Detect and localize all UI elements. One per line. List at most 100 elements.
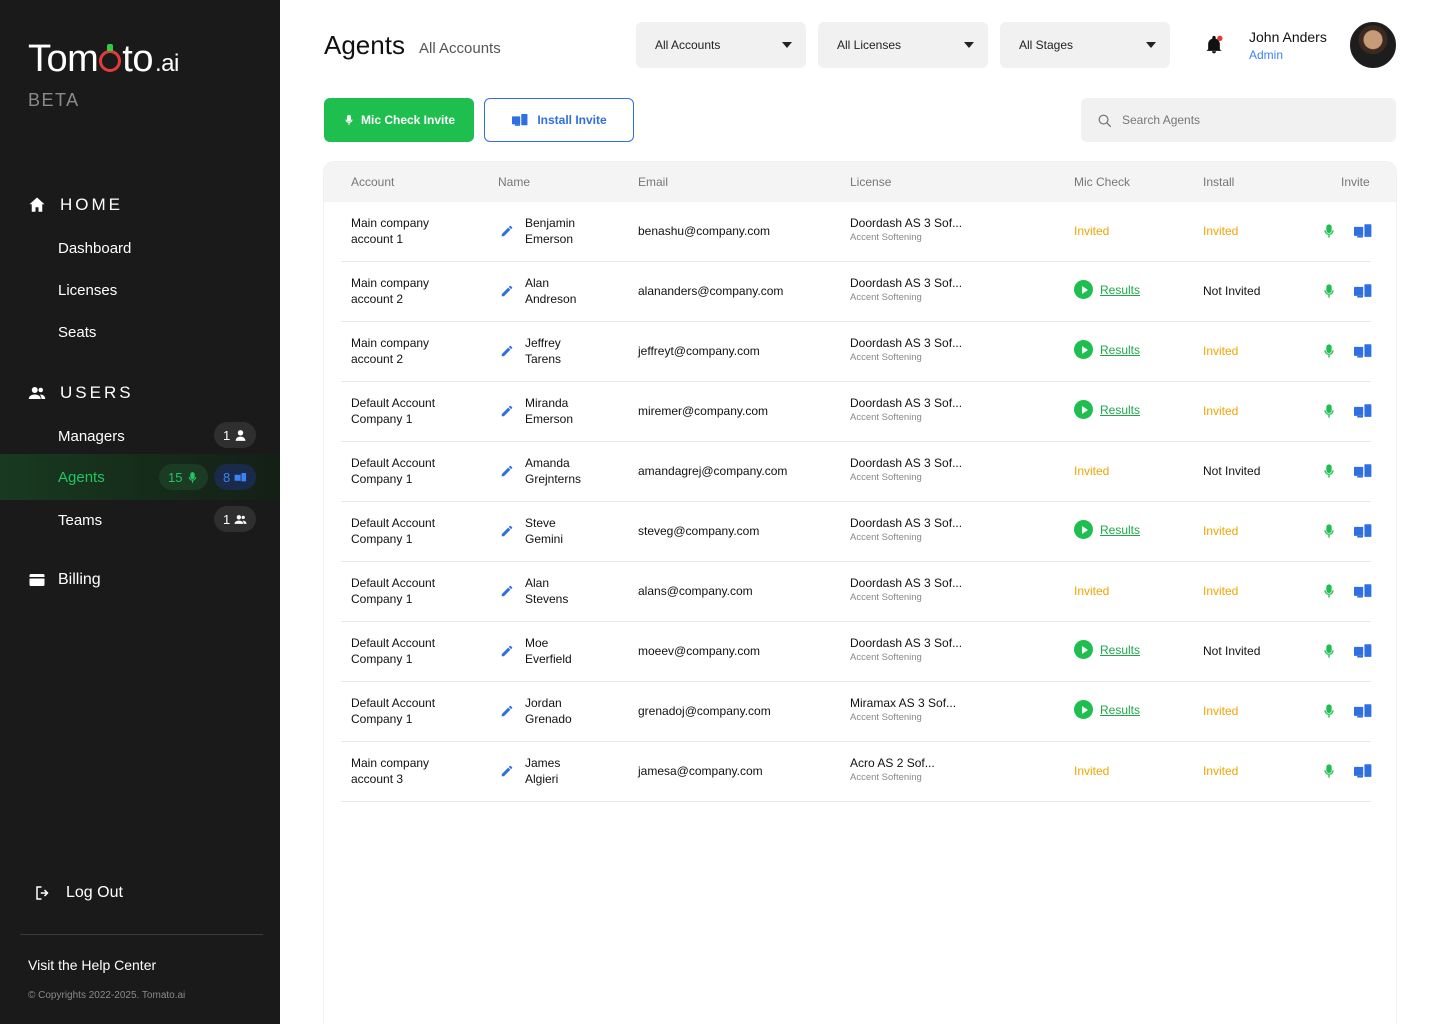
column-header-install[interactable]: Install [1203, 175, 1234, 189]
user-role: Admin [1249, 48, 1284, 62]
help-center-link[interactable]: Visit the Help Center [28, 957, 156, 973]
column-header-invite[interactable]: Invite [1341, 175, 1370, 189]
install-invite-icon[interactable] [1353, 462, 1373, 480]
table-row[interactable]: Default Account Company 1 Moe Everfield moee… [341, 622, 1373, 682]
column-header-mic-check[interactable]: Mic Check [1074, 175, 1130, 189]
stages-filter-dropdown[interactable]: All Stages [1000, 22, 1170, 68]
install-status: Invited [1203, 344, 1239, 358]
pencil-icon[interactable] [500, 224, 514, 238]
mic-results-link[interactable]: Results [1074, 520, 1184, 539]
mic-icon [189, 471, 197, 483]
account-line: Company 1 [351, 592, 413, 606]
install-invite-icon[interactable] [1353, 402, 1373, 420]
install-invite-icon[interactable] [1353, 582, 1373, 600]
install-status: Invited [1203, 404, 1239, 418]
mic-invite-icon[interactable] [1321, 642, 1337, 660]
table-row[interactable]: Default Account Company 1 Jordan Grenado gre… [341, 682, 1373, 742]
mic-results-link[interactable]: Results [1074, 340, 1184, 359]
sidebar-item-seats[interactable]: Seats [0, 309, 280, 355]
mic-check-cell: Results [1074, 520, 1184, 539]
install-invite-icon[interactable] [1353, 762, 1373, 780]
sidebar-item-agents[interactable]: Agents 15 8 [0, 454, 280, 500]
email-cell: alananders@company.com [638, 284, 784, 298]
table-row[interactable]: Main company account 1 Benjamin Emerson bena… [341, 202, 1373, 262]
mic-invite-icon[interactable] [1321, 702, 1337, 720]
install-invite-icon[interactable] [1353, 342, 1373, 360]
license-name: Doordash AS 3 Sof... [850, 336, 963, 350]
table-row[interactable]: Main company account 2 Jeffrey Tarens jeffre… [341, 322, 1373, 382]
pencil-icon[interactable] [500, 584, 514, 598]
pencil-icon[interactable] [500, 764, 514, 778]
table-row[interactable]: Default Account Company 1 Alan Stevens alans… [341, 562, 1373, 622]
mic-results-link[interactable]: Results [1074, 400, 1184, 419]
pencil-icon[interactable] [500, 284, 514, 298]
mic-results-link[interactable]: Results [1074, 640, 1184, 659]
mic-invite-icon[interactable] [1321, 222, 1337, 240]
mic-invite-icon[interactable] [1321, 762, 1337, 780]
account-cell: Main company account 3 [351, 755, 481, 787]
table-row[interactable]: Default Account Company 1 Miranda Emerson mi… [341, 382, 1373, 442]
logout-button[interactable]: Log Out [34, 884, 123, 902]
install-invite-icon[interactable] [1353, 702, 1373, 720]
sidebar-item-billing[interactable]: Billing [28, 571, 101, 589]
sidebar-item-teams[interactable]: Teams 1 [0, 497, 280, 543]
user-name: John Anders [1249, 29, 1327, 45]
bell-icon[interactable] [1204, 34, 1224, 56]
search-box[interactable] [1081, 98, 1396, 142]
users-section-header[interactable]: USERS [28, 383, 134, 403]
beta-label: BETA [28, 90, 80, 110]
mic-invite-icon[interactable] [1321, 342, 1337, 360]
install-invite-icon[interactable] [1353, 522, 1373, 540]
install-invite-icon[interactable] [1353, 642, 1373, 660]
sidebar-item-managers[interactable]: Managers 1 [0, 413, 280, 459]
table-row[interactable]: Main company account 3 James Algieri jamesa@… [341, 742, 1373, 802]
pencil-icon[interactable] [500, 344, 514, 358]
licenses-filter-dropdown[interactable]: All Licenses [818, 22, 988, 68]
email-cell: moeev@company.com [638, 644, 761, 658]
mic-status-text: Results [1100, 522, 1141, 537]
name-cell: Alan Andreson [525, 275, 625, 307]
sidebar-item-licenses[interactable]: Licenses [0, 267, 280, 313]
install-invite-icon[interactable] [1353, 282, 1373, 300]
pencil-icon[interactable] [500, 464, 514, 478]
table-row[interactable]: Default Account Company 1 Steve Gemini steve… [341, 502, 1373, 562]
license-name: Doordash AS 3 Sof... [850, 216, 963, 230]
install-invite-button[interactable]: Install Invite [484, 98, 634, 142]
mic-invite-icon[interactable] [1321, 402, 1337, 420]
logo-text-start: Tom [28, 38, 99, 80]
accounts-filter-dropdown[interactable]: All Accounts [636, 22, 806, 68]
brand-logo[interactable]: Tom to .ai [28, 38, 179, 81]
mic-check-cell: Invited [1074, 583, 1184, 599]
pencil-icon[interactable] [500, 704, 514, 718]
table-row[interactable]: Default Account Company 1 Amanda Grejnterns… [341, 442, 1373, 502]
pencil-icon[interactable] [500, 644, 514, 658]
mic-invite-icon[interactable] [1321, 462, 1337, 480]
mic-results-link[interactable]: Results [1074, 700, 1184, 719]
avatar[interactable] [1350, 22, 1396, 68]
column-header-account[interactable]: Account [351, 175, 394, 189]
home-icon [29, 197, 45, 212]
column-header-email[interactable]: Email [638, 175, 668, 189]
sidebar-item-label: Billing [58, 571, 101, 588]
sidebar-item-dashboard[interactable]: Dashboard [0, 225, 280, 271]
install-invite-icon[interactable] [1353, 222, 1373, 240]
mic-invite-icon[interactable] [1321, 582, 1337, 600]
column-header-license[interactable]: License [850, 175, 891, 189]
sidebar-item-label: Seats [58, 323, 97, 341]
home-section-header[interactable]: HOME [28, 195, 123, 215]
sidebar-item-label: Licenses [58, 281, 118, 299]
license-cell: Doordash AS 3 Sof... Accent Softening [850, 515, 1050, 545]
account-cell: Default Account Company 1 [351, 395, 481, 427]
search-input[interactable] [1122, 113, 1372, 127]
table-row[interactable]: Main company account 2 Alan Andreson alanand… [341, 262, 1373, 322]
pencil-icon[interactable] [500, 524, 514, 538]
mic-results-link[interactable]: Results [1074, 280, 1184, 299]
pencil-icon[interactable] [500, 404, 514, 418]
mic-invite-icon[interactable] [1321, 282, 1337, 300]
mic-check-invite-button[interactable]: Mic Check Invite [324, 98, 474, 142]
account-cell: Default Account Company 1 [351, 515, 481, 547]
name-cell: Miranda Emerson [525, 395, 625, 427]
column-header-name[interactable]: Name [498, 175, 530, 189]
mic-invite-icon[interactable] [1321, 522, 1337, 540]
email-cell: benashu@company.com [638, 224, 771, 238]
